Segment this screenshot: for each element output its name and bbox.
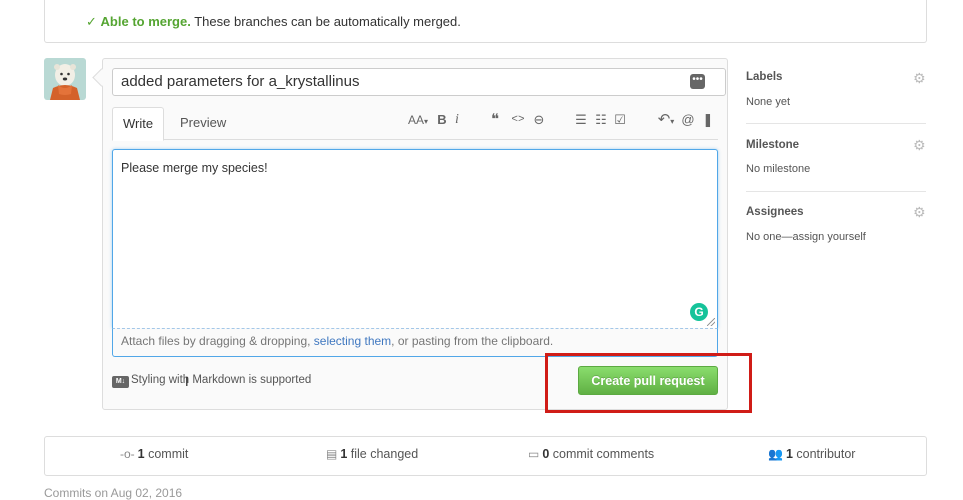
title-options-icon[interactable]: ••• xyxy=(690,74,705,89)
merge-status-strong: Able to merge. xyxy=(100,14,191,29)
link-icon[interactable]: ⊖ xyxy=(531,111,547,129)
attach-files-text: Attach files by dragging & dropping, sel… xyxy=(121,334,554,348)
title-input[interactable] xyxy=(112,68,726,96)
check-icon: ✓ xyxy=(86,14,97,29)
file-diff-icon: ▤ xyxy=(326,447,338,461)
comment-body-textarea[interactable] xyxy=(112,149,718,328)
grammarly-icon[interactable]: G xyxy=(690,303,708,321)
header-text-icon[interactable]: AA▾ xyxy=(406,111,430,129)
comment-icon: ▭ xyxy=(528,447,540,461)
sidebar-divider xyxy=(746,123,926,124)
assignees-heading[interactable]: Assignees xyxy=(746,206,804,218)
milestone-gear-icon[interactable]: ⚙ xyxy=(913,138,926,152)
markdown-supported-link[interactable]: Styling with Markdown is supported xyxy=(131,374,311,386)
highlight-box xyxy=(545,353,752,413)
commit-icon: -o- xyxy=(120,447,135,461)
markdown-icon: M↓ xyxy=(112,376,129,388)
reply-icon[interactable]: ↶▾ xyxy=(656,111,676,129)
assignees-value[interactable]: No one—assign yourself xyxy=(746,231,866,243)
contributors-count[interactable]: 👥 1 contributor xyxy=(768,447,855,461)
assignees-gear-icon[interactable]: ⚙ xyxy=(913,205,926,219)
commits-date-heading: Commits on Aug 02, 2016 xyxy=(44,486,183,500)
labels-heading[interactable]: Labels xyxy=(746,71,782,83)
bookmark-icon[interactable]: ❚ xyxy=(702,111,714,129)
task-list-icon[interactable]: ☑ xyxy=(612,111,628,129)
tab-divider xyxy=(112,139,718,140)
milestone-value: No milestone xyxy=(746,163,811,175)
code-icon[interactable]: <> xyxy=(510,111,526,129)
ordered-list-icon[interactable]: ☷ xyxy=(594,111,608,129)
tab-write[interactable]: Write xyxy=(112,107,164,141)
labels-value: None yet xyxy=(746,96,791,108)
unordered-list-icon[interactable]: ☰ xyxy=(574,111,588,129)
italic-icon[interactable]: i xyxy=(452,111,462,129)
commit-comments-count[interactable]: ▭ 0 commit comments xyxy=(528,447,654,461)
quote-icon[interactable]: ❝ xyxy=(488,111,502,129)
milestone-heading[interactable]: Milestone xyxy=(746,139,799,151)
avatar[interactable] xyxy=(44,58,86,100)
resize-handle[interactable] xyxy=(707,318,715,326)
sidebar-divider xyxy=(746,191,926,192)
commits-count[interactable]: -o- 1 commit xyxy=(120,447,188,461)
files-changed-count[interactable]: ▤ 1 file changed xyxy=(326,447,418,461)
people-icon: 👥 xyxy=(768,447,783,461)
mention-icon[interactable]: @ xyxy=(681,111,695,129)
text-cursor-icon: I xyxy=(185,374,189,389)
comment-body-text: Please merge my species! xyxy=(121,161,268,175)
tab-preview[interactable]: Preview xyxy=(170,107,236,139)
labels-gear-icon[interactable]: ⚙ xyxy=(913,71,926,85)
merge-status-text: These branches can be automatically merg… xyxy=(194,14,461,29)
bold-icon[interactable]: B xyxy=(436,111,448,129)
merge-status: ✓ Able to merge. These branches can be a… xyxy=(86,14,461,30)
select-files-link[interactable]: selecting them xyxy=(314,334,391,348)
